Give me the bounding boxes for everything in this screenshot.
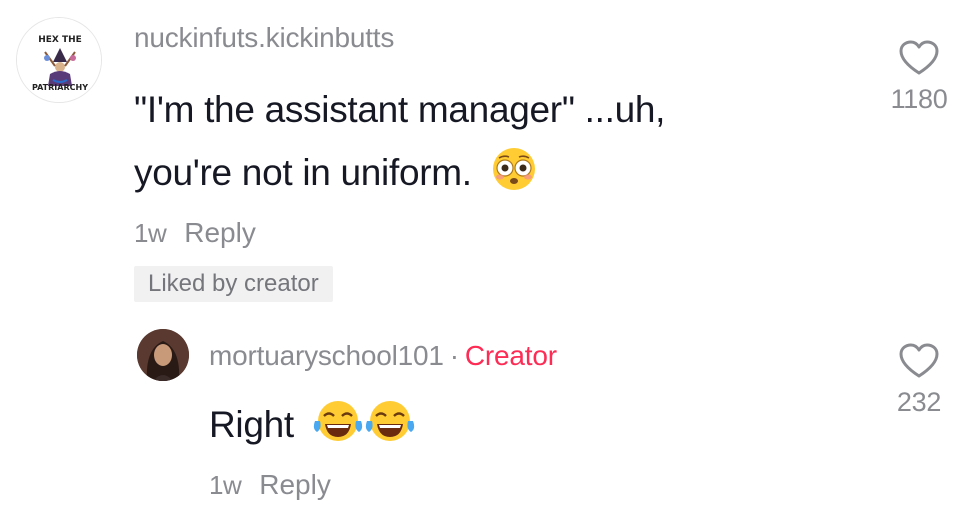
avatar-text-bottom: PATRIARCHY	[32, 83, 88, 92]
comment-meta: 1w Reply	[209, 469, 331, 501]
like-control: 232	[879, 343, 959, 418]
reply-username-row: mortuaryschool101 · Creator	[209, 340, 557, 372]
comment-timestamp: 1w	[134, 218, 167, 248]
creator-badge: Creator	[464, 340, 557, 371]
heart-icon[interactable]	[879, 40, 959, 76]
reply-button[interactable]: Reply	[184, 217, 256, 248]
heart-icon[interactable]	[879, 343, 959, 379]
comment-timestamp: 1w	[209, 470, 242, 500]
comment-text: Right	[209, 404, 294, 445]
like-control: 1180	[879, 40, 959, 115]
liked-by-creator-badge: Liked by creator	[134, 266, 333, 302]
comment-text-line1: "I'm the assistant manager" ...uh,	[134, 89, 666, 130]
comment-text-line2: you're not in uniform.	[134, 152, 472, 193]
like-count: 232	[896, 387, 942, 417]
avatar[interactable]	[137, 329, 189, 381]
avatar-image	[137, 329, 189, 381]
avatar-image: HEX THE PATRIARCHY	[17, 18, 101, 102]
separator-dot: ·	[449, 340, 459, 371]
flushed-face-icon	[492, 147, 536, 210]
reply-button[interactable]: Reply	[259, 469, 331, 500]
like-count: 1180	[890, 84, 948, 114]
comment-body: "I'm the assistant manager" ...uh, you'r…	[134, 78, 665, 210]
tears-of-joy-icon	[312, 399, 364, 462]
comment-meta: 1w Reply	[134, 217, 256, 249]
comment-username[interactable]: mortuaryschool101	[209, 340, 444, 371]
avatar[interactable]: HEX THE PATRIARCHY	[16, 17, 102, 103]
comment-username[interactable]: nuckinfuts.kickinbutts	[134, 22, 394, 54]
avatar-text-top: HEX THE	[38, 35, 82, 45]
comment-body: Right	[209, 393, 416, 462]
tears-of-joy-icon	[364, 399, 416, 462]
